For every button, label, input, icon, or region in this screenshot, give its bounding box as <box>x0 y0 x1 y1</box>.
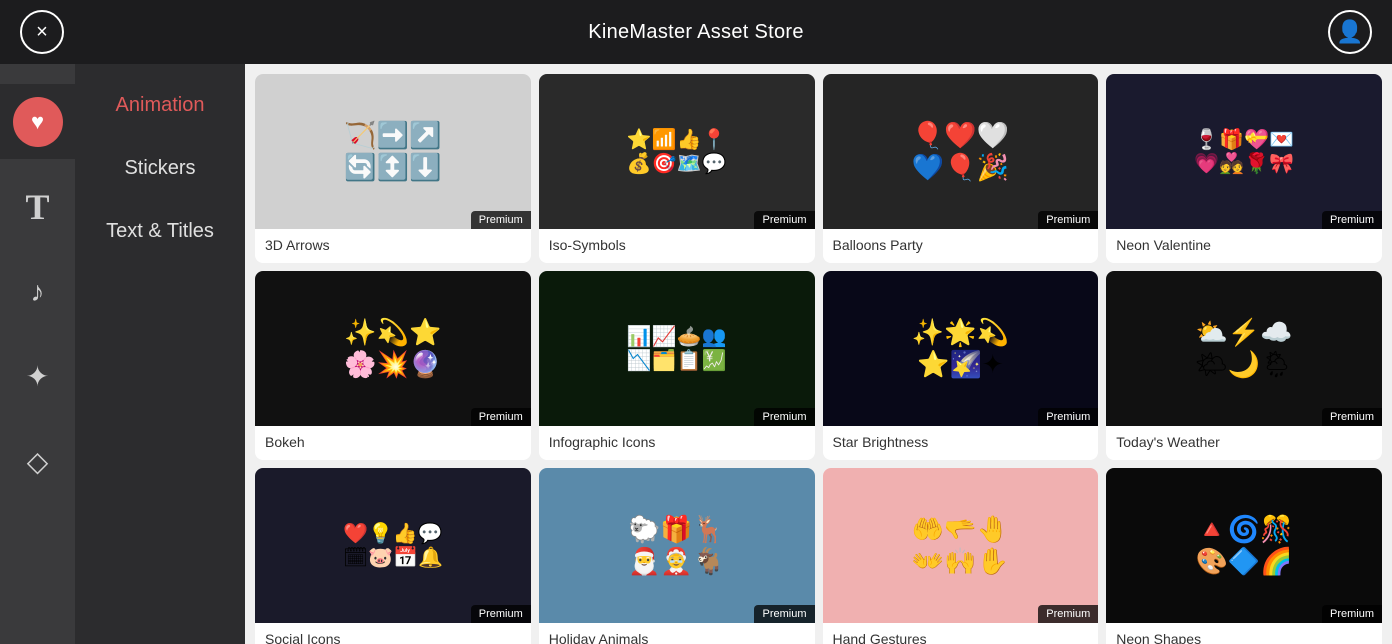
premium-badge: Premium <box>754 211 814 229</box>
premium-badge: Premium <box>1322 408 1382 426</box>
asset-title: Today's Weather <box>1106 426 1382 460</box>
asset-card-todays-weather[interactable]: ⛅⚡☁️🌤🌙🌦 Premium Today's Weather <box>1106 271 1382 460</box>
asset-thumbnail: 🔺🌀🎊🎨🔷🌈 Premium <box>1106 468 1382 623</box>
asset-card-infographic-icons[interactable]: 📊📈🥧👥📉🗂️📋💹 Premium Infographic Icons <box>539 271 815 460</box>
header: × KineMaster Asset Store 👤 <box>0 0 1392 64</box>
thumbnail-content: ❤️💡👍💬🗓🐷📅🔔 <box>333 512 453 580</box>
close-icon: × <box>36 21 48 44</box>
asset-title: Hand Gestures <box>823 623 1099 644</box>
asset-thumbnail: 🍷🎁💝💌💗💑🌹🎀 Premium <box>1106 74 1382 229</box>
premium-badge: Premium <box>1038 408 1098 426</box>
asset-title: Bokeh <box>255 426 531 460</box>
asset-thumbnail: 🐑🎁🦌🎅🤶🐐 Premium <box>539 468 815 623</box>
premium-badge: Premium <box>1322 605 1382 623</box>
premium-badge: Premium <box>1038 605 1098 623</box>
category-stickers[interactable]: Stickers <box>124 157 195 180</box>
asset-title: Iso-Symbols <box>539 229 815 263</box>
asset-thumbnail: 🎈❤️🤍💙🎈🎉 Premium <box>823 74 1099 229</box>
premium-badge: Premium <box>754 605 814 623</box>
sidebar-item-premium[interactable]: ◇ <box>0 424 75 499</box>
premium-badge: Premium <box>471 408 531 426</box>
music-icon: ♪ <box>31 276 45 308</box>
asset-title: Neon Shapes <box>1106 623 1382 644</box>
asset-card-3d-arrows[interactable]: 🏹➡️↗️🔄↕️⬇️ Premium 3D Arrows <box>255 74 531 263</box>
asset-card-hand-gestures[interactable]: 🤲🫳🤚👐🙌✋ Premium Hand Gestures <box>823 468 1099 644</box>
thumbnail-content: 🍷🎁💝💌💗💑🌹🎀 <box>1184 118 1304 186</box>
premium-badge: Premium <box>471 605 531 623</box>
diamond-icon: ◇ <box>27 445 49 478</box>
asset-title: Infographic Icons <box>539 426 815 460</box>
asset-card-neon-shapes[interactable]: 🔺🌀🎊🎨🔷🌈 Premium Neon Shapes <box>1106 468 1382 644</box>
asset-card-holiday-animals[interactable]: 🐑🎁🦌🎅🤶🐐 Premium Holiday Animals <box>539 468 815 644</box>
thumbnail-content: 🔺🌀🎊🎨🔷🌈 <box>1186 504 1303 586</box>
sidebar-item-effects[interactable]: ✦ <box>0 339 75 414</box>
asset-card-social-icons[interactable]: ❤️💡👍💬🗓🐷📅🔔 Premium Social Icons <box>255 468 531 644</box>
sidebar-item-music[interactable]: ♪ <box>0 254 75 329</box>
content-area[interactable]: 🏹➡️↗️🔄↕️⬇️ Premium 3D Arrows ⭐📶👍📍💰🎯🗺️💬 P… <box>245 64 1392 644</box>
sidebar-item-text[interactable]: T <box>0 169 75 244</box>
category-animation[interactable]: Animation <box>116 94 205 117</box>
premium-badge: Premium <box>754 408 814 426</box>
asset-card-balloons-party[interactable]: 🎈❤️🤍💙🎈🎉 Premium Balloons Party <box>823 74 1099 263</box>
asset-thumbnail: 📊📈🥧👥📉🗂️📋💹 Premium <box>539 271 815 426</box>
user-button[interactable]: 👤 <box>1328 10 1372 54</box>
asset-grid: 🏹➡️↗️🔄↕️⬇️ Premium 3D Arrows ⭐📶👍📍💰🎯🗺️💬 P… <box>255 74 1382 644</box>
text-icon: T <box>25 186 49 228</box>
close-button[interactable]: × <box>20 10 64 54</box>
asset-title: Star Brightness <box>823 426 1099 460</box>
asset-title: Neon Valentine <box>1106 229 1382 263</box>
asset-thumbnail: ⭐📶👍📍💰🎯🗺️💬 Premium <box>539 74 815 229</box>
thumbnail-content: 🤲🫳🤚👐🙌✋ <box>902 504 1019 586</box>
main-layout: T ♪ ✦ ◇ Animation Stickers Text & Titles… <box>0 64 1392 644</box>
premium-badge: Premium <box>1038 211 1098 229</box>
thumbnail-content: 📊📈🥧👥📉🗂️📋💹 <box>617 315 737 383</box>
asset-thumbnail: 🏹➡️↗️🔄↕️⬇️ Premium <box>255 74 531 229</box>
asset-thumbnail: 🤲🫳🤚👐🙌✋ Premium <box>823 468 1099 623</box>
asset-card-neon-valentine[interactable]: 🍷🎁💝💌💗💑🌹🎀 Premium Neon Valentine <box>1106 74 1382 263</box>
asset-thumbnail: ⛅⚡☁️🌤🌙🌦 Premium <box>1106 271 1382 426</box>
asset-title: 3D Arrows <box>255 229 531 263</box>
thumbnail-content: ✨🌟💫⭐🌠✦ <box>902 307 1019 389</box>
thumbnail-content: ⛅⚡☁️🌤🌙🌦 <box>1185 307 1303 389</box>
asset-title: Balloons Party <box>823 229 1099 263</box>
header-title: KineMaster Asset Store <box>588 21 804 44</box>
animation-icon <box>13 97 63 147</box>
category-sidebar: Animation Stickers Text & Titles <box>75 64 245 644</box>
premium-badge: Premium <box>471 211 531 229</box>
icon-sidebar: T ♪ ✦ ◇ <box>0 64 75 644</box>
thumbnail-content: ⭐📶👍📍💰🎯🗺️💬 <box>617 118 737 186</box>
premium-badge: Premium <box>1322 211 1382 229</box>
asset-thumbnail: ❤️💡👍💬🗓🐷📅🔔 Premium <box>255 468 531 623</box>
asset-card-bokeh[interactable]: ✨💫⭐🌸💥🔮 Premium Bokeh <box>255 271 531 460</box>
asset-card-star-brightness[interactable]: ✨🌟💫⭐🌠✦ Premium Star Brightness <box>823 271 1099 460</box>
asset-title: Social Icons <box>255 623 531 644</box>
sidebar-item-animation[interactable] <box>0 84 75 159</box>
asset-card-iso-symbols[interactable]: ⭐📶👍📍💰🎯🗺️💬 Premium Iso-Symbols <box>539 74 815 263</box>
thumbnail-content: 🏹➡️↗️🔄↕️⬇️ <box>334 110 451 192</box>
thumbnail-content: 🎈❤️🤍💙🎈🎉 <box>902 110 1019 192</box>
effects-icon: ✦ <box>26 360 49 393</box>
asset-thumbnail: ✨💫⭐🌸💥🔮 Premium <box>255 271 531 426</box>
thumbnail-content: ✨💫⭐🌸💥🔮 <box>334 307 451 389</box>
thumbnail-content: 🐑🎁🦌🎅🤶🐐 <box>618 504 735 586</box>
category-text-titles[interactable]: Text & Titles <box>106 220 214 243</box>
asset-title: Holiday Animals <box>539 623 815 644</box>
asset-thumbnail: ✨🌟💫⭐🌠✦ Premium <box>823 271 1099 426</box>
user-icon: 👤 <box>1336 19 1363 45</box>
